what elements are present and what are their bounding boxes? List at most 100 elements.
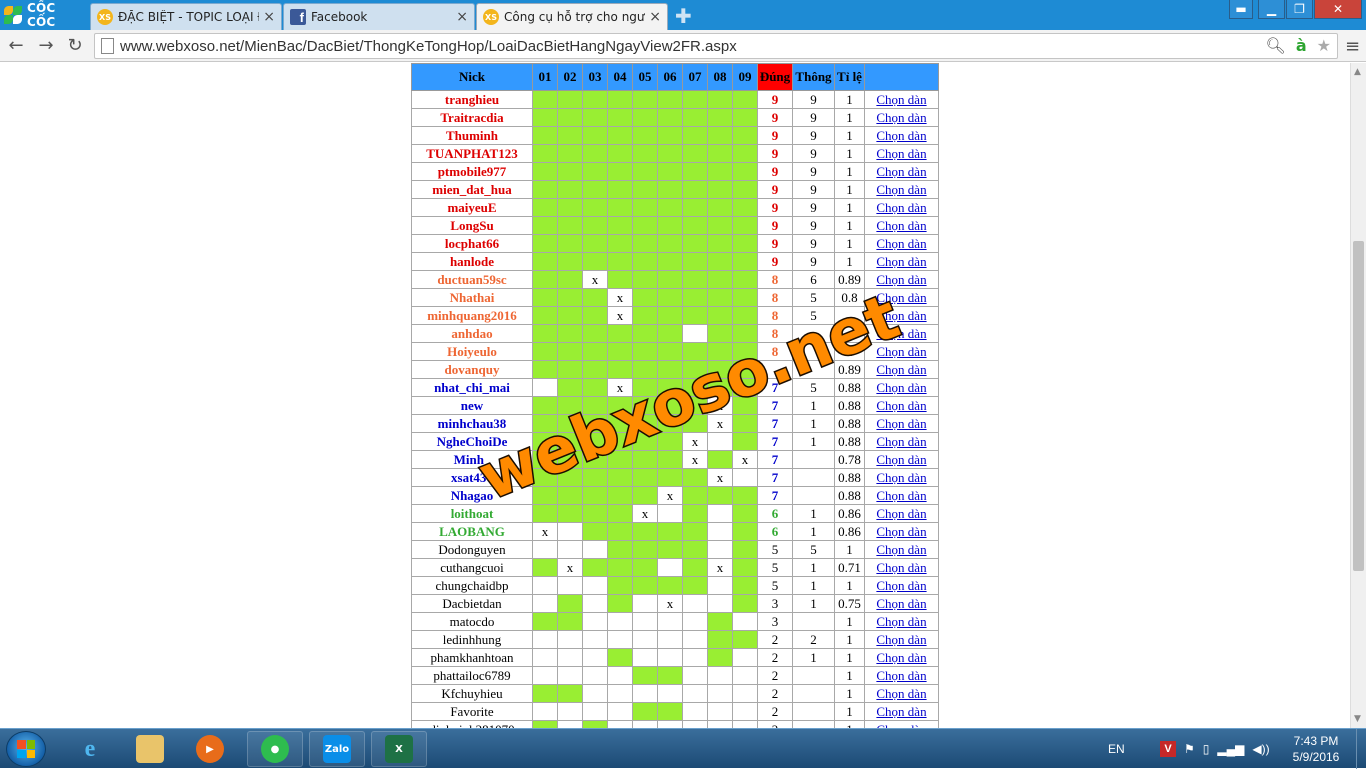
- hamburger-menu-icon[interactable]: ≡: [1345, 36, 1360, 57]
- chon-dan-link[interactable]: Chọn dàn: [876, 470, 926, 485]
- zoom-icon[interactable]: 🔍︎: [1266, 36, 1286, 55]
- coccoc-logo[interactable]: CỐC CỐC: [2, 1, 88, 29]
- file-explorer-button[interactable]: [122, 731, 178, 767]
- media-player-button[interactable]: ▶: [182, 731, 238, 767]
- tab-facebook[interactable]: f Facebook ×: [283, 3, 475, 30]
- chon-dan-link[interactable]: Chọn dàn: [876, 614, 926, 629]
- empty-cell: [557, 648, 583, 667]
- chon-dan-link[interactable]: Chọn dàn: [876, 362, 926, 377]
- thong-cell: 5: [792, 288, 835, 307]
- url-text[interactable]: www.webxoso.net/MienBac/DacBiet/ThongKeT…: [120, 38, 737, 55]
- tab-cong-cu[interactable]: XS Công cụ hỗ trợ cho người ×: [476, 3, 668, 30]
- header-tile[interactable]: Tỉ lệ: [834, 63, 865, 91]
- window-close-icon[interactable]: ✕: [1314, 0, 1362, 19]
- chon-dan-link[interactable]: Chọn dàn: [876, 290, 926, 305]
- chon-dan-link[interactable]: Chọn dàn: [876, 200, 926, 215]
- nick-cell: phamkhanhtoan: [411, 648, 533, 667]
- forward-icon[interactable]: →: [36, 35, 56, 56]
- action-cell: Chọn dàn: [864, 612, 939, 631]
- show-desktop-button[interactable]: [1356, 729, 1366, 769]
- chon-dan-link[interactable]: Chọn dàn: [876, 236, 926, 251]
- chon-dan-link[interactable]: Chọn dàn: [876, 326, 926, 341]
- chon-dan-link[interactable]: Chọn dàn: [876, 182, 926, 197]
- tile-cell: 1: [834, 90, 865, 109]
- chon-dan-link[interactable]: Chọn dàn: [876, 686, 926, 701]
- minimize-icon[interactable]: ▁: [1258, 0, 1285, 19]
- language-indicator[interactable]: EN: [1108, 729, 1125, 769]
- chon-dan-link[interactable]: Chọn dàn: [876, 164, 926, 179]
- chon-dan-link[interactable]: Chọn dàn: [876, 668, 926, 683]
- chon-dan-link[interactable]: Chọn dàn: [876, 128, 926, 143]
- reload-icon[interactable]: ↻: [65, 35, 85, 56]
- chon-dan-link[interactable]: Chọn dàn: [876, 560, 926, 575]
- flag-icon[interactable]: ⚑: [1184, 742, 1195, 756]
- clock[interactable]: 7:43 PM 5/9/2016: [1286, 733, 1346, 765]
- chon-dan-link[interactable]: Chọn dàn: [876, 434, 926, 449]
- nick-cell: Kfchuyhieu: [411, 684, 533, 703]
- hit-cell: [532, 342, 558, 361]
- chon-dan-link[interactable]: Chọn dàn: [876, 632, 926, 647]
- hit-cell: [532, 396, 558, 415]
- menu-icon[interactable]: ▬: [1229, 0, 1253, 19]
- chon-dan-link[interactable]: Chọn dàn: [876, 110, 926, 125]
- coccoc-taskbar-button[interactable]: ●: [247, 731, 303, 767]
- chon-dan-link[interactable]: Chọn dàn: [876, 146, 926, 161]
- tile-cell: 1: [834, 630, 865, 649]
- chon-dan-link[interactable]: Chọn dàn: [876, 596, 926, 611]
- hit-cell: [707, 450, 733, 469]
- chon-dan-link[interactable]: Chọn dàn: [876, 92, 926, 107]
- hit-cell: [607, 198, 633, 217]
- chon-dan-link[interactable]: Chọn dàn: [876, 704, 926, 719]
- restore-icon[interactable]: ❐: [1286, 0, 1313, 19]
- tab-dac-biet[interactable]: XS ĐẶC BIỆT - TOPIC LOẠI ĐẶ ×: [90, 3, 282, 30]
- header-dung[interactable]: Đúng: [757, 63, 793, 91]
- address-bar[interactable]: www.webxoso.net/MienBac/DacBiet/ThongKeT…: [94, 33, 1338, 59]
- hit-cell: [732, 198, 758, 217]
- hit-cell: [607, 594, 633, 613]
- nick-cell: locphat66: [411, 234, 533, 253]
- chon-dan-link[interactable]: Chọn dàn: [876, 578, 926, 593]
- close-icon[interactable]: ×: [263, 9, 275, 25]
- chon-dan-link[interactable]: Chọn dàn: [876, 416, 926, 431]
- internet-explorer-button[interactable]: e: [62, 731, 118, 767]
- chon-dan-link[interactable]: Chọn dàn: [876, 254, 926, 269]
- close-icon[interactable]: ×: [649, 9, 661, 25]
- vertical-scrollbar[interactable]: ▲ ▼: [1350, 63, 1366, 728]
- header-thong[interactable]: Thông: [792, 63, 835, 91]
- chon-dan-link[interactable]: Chọn dàn: [876, 308, 926, 323]
- battery-icon[interactable]: ▯: [1203, 742, 1210, 756]
- chon-dan-link[interactable]: Chọn dàn: [876, 650, 926, 665]
- excel-button[interactable]: X: [371, 731, 427, 767]
- hit-cell: [582, 126, 608, 145]
- signal-icon[interactable]: ▂▄▆: [1217, 742, 1244, 756]
- nick-cell: anhdao: [411, 324, 533, 343]
- chon-dan-link[interactable]: Chọn dàn: [876, 524, 926, 539]
- dung-cell: 7: [757, 432, 793, 451]
- start-button[interactable]: [6, 731, 46, 767]
- scroll-down-icon[interactable]: ▼: [1354, 714, 1361, 724]
- empty-cell: [707, 432, 733, 451]
- back-icon[interactable]: ←: [6, 35, 26, 56]
- tile-cell: 0.88: [834, 486, 865, 505]
- chon-dan-link[interactable]: Chọn dàn: [876, 506, 926, 521]
- bookmark-star-icon[interactable]: ★: [1317, 36, 1331, 55]
- volume-icon[interactable]: ◀)): [1252, 742, 1269, 756]
- new-tab-icon[interactable]: ✚: [675, 4, 692, 28]
- chon-dan-link[interactable]: Chọn dàn: [876, 344, 926, 359]
- zalo-button[interactable]: Zalo: [309, 731, 365, 767]
- antivirus-icon[interactable]: V: [1160, 741, 1176, 757]
- chon-dan-link[interactable]: Chọn dàn: [876, 272, 926, 287]
- tile-cell: 0.88: [834, 396, 865, 415]
- brand-name: CỐC CỐC: [26, 1, 56, 29]
- scrollbar-thumb[interactable]: [1353, 241, 1364, 571]
- chon-dan-link[interactable]: Chọn dàn: [876, 398, 926, 413]
- close-icon[interactable]: ×: [456, 9, 468, 25]
- chon-dan-link[interactable]: Chọn dàn: [876, 218, 926, 233]
- chon-dan-link[interactable]: Chọn dàn: [876, 380, 926, 395]
- scroll-up-icon[interactable]: ▲: [1354, 67, 1361, 77]
- chon-dan-link[interactable]: Chọn dàn: [876, 452, 926, 467]
- chon-dan-link[interactable]: Chọn dàn: [876, 488, 926, 503]
- chon-dan-link[interactable]: Chọn dàn: [876, 542, 926, 557]
- translate-icon[interactable]: à: [1296, 36, 1307, 55]
- header-nick[interactable]: Nick: [411, 63, 533, 91]
